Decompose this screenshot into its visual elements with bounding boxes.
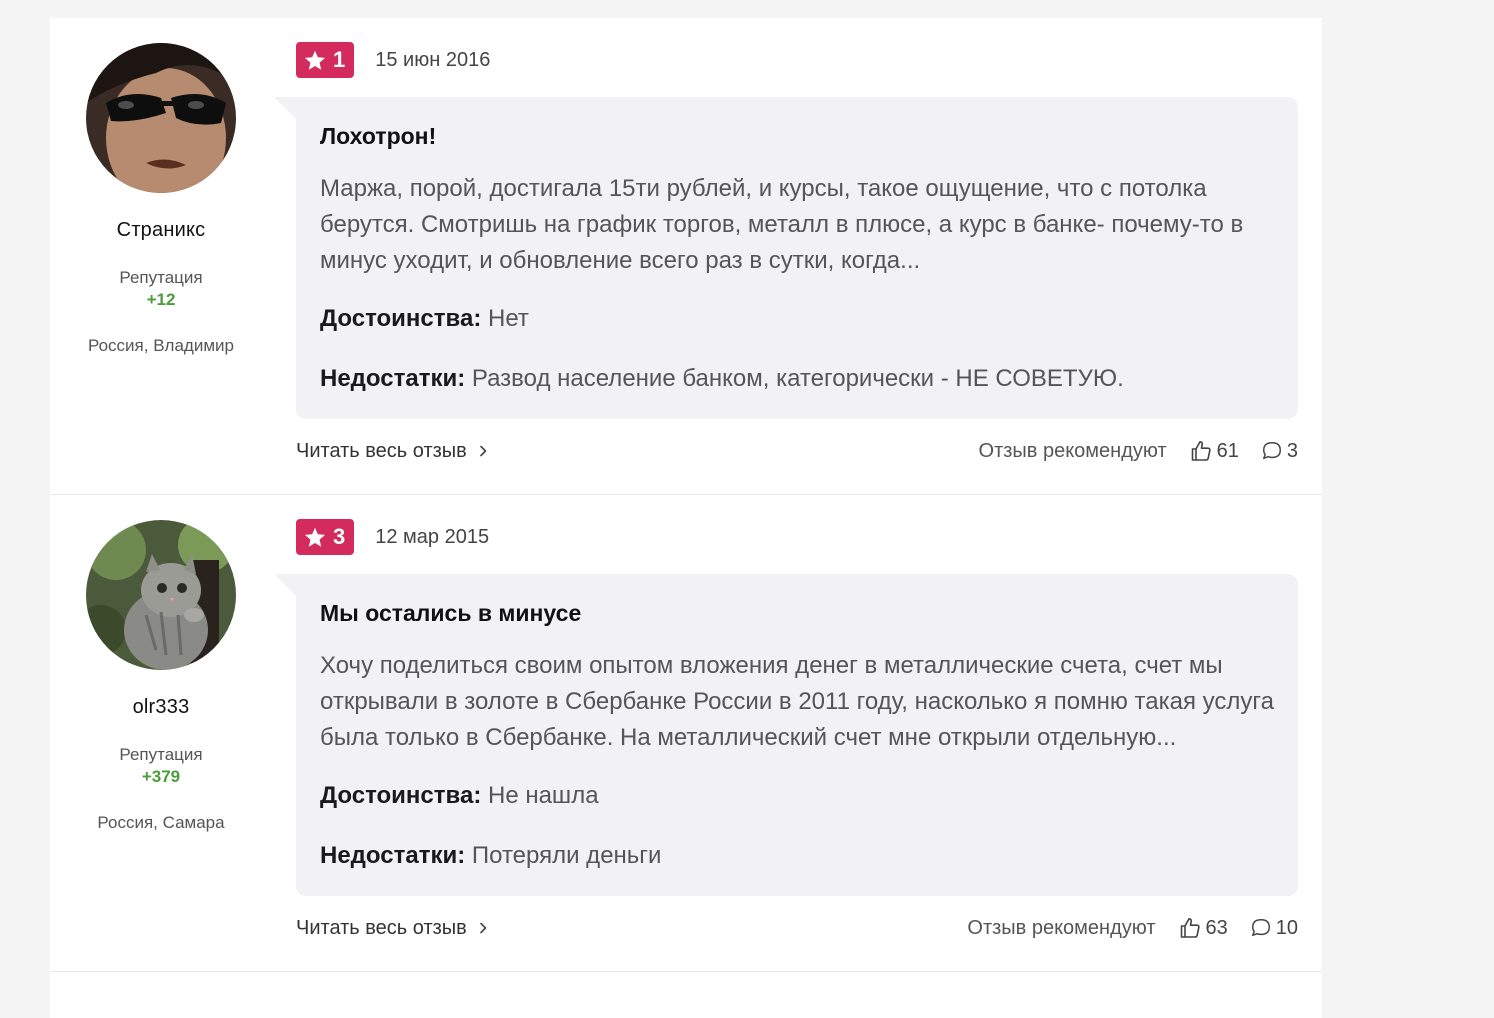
reviews-feed: Страникс Репутация +12 Россия, Владимир …: [50, 18, 1322, 1018]
comment-bubble-icon: [1251, 919, 1270, 937]
review-author: Страникс Репутация +12 Россия, Владимир: [50, 18, 272, 356]
recommend-label: Отзыв рекомендуют: [967, 916, 1156, 939]
review-meta: 1 15 июн 2016: [296, 42, 1298, 78]
review-bubble[interactable]: Мы остались в минусе Хочу поделиться сво…: [274, 574, 1298, 896]
like-button[interactable]: 63: [1178, 916, 1228, 940]
review-title[interactable]: Мы остались в минусе: [320, 598, 1274, 628]
comment-bubble-icon: [1262, 442, 1281, 460]
reputation-value: +12: [146, 290, 176, 309]
pros-label: Достоинства:: [320, 305, 482, 332]
star-icon: [304, 50, 326, 71]
reputation-label: Репутация: [119, 268, 203, 287]
review-pros: Достоинства: Не нашла: [320, 780, 1274, 812]
review-footer: Читать весь отзыв Отзыв рекомендуют 63 1…: [296, 912, 1298, 944]
thumbs-up-icon: [1180, 918, 1200, 938]
rating-badge: 1: [296, 42, 355, 78]
rating-value: 3: [333, 524, 346, 549]
cons-text: Потеряли деньги: [471, 842, 662, 869]
review-footer: Читать весь отзыв Отзыв рекомендуют 61 3: [296, 435, 1298, 467]
cons-text: Развод население банком, категорически -…: [471, 365, 1124, 392]
review-cons: Недостатки: Потеряли деньги: [320, 840, 1274, 872]
chevron-right-icon: [479, 445, 487, 457]
review-date: 15 июн 2016: [375, 48, 491, 71]
comments-count: 3: [1286, 439, 1298, 462]
review-card: Страникс Репутация +12 Россия, Владимир …: [50, 18, 1322, 495]
chevron-right-icon: [479, 922, 487, 934]
review-card: olr333 Репутация +379 Россия, Самара 3 1…: [50, 495, 1322, 972]
comments-count: 10: [1275, 916, 1298, 939]
author-location: Россия, Владимир: [88, 336, 234, 355]
cons-label: Недостатки:: [320, 842, 466, 869]
review-date: 12 мар 2015: [375, 525, 490, 548]
author-location: Россия, Самара: [97, 813, 225, 832]
review-text: Хочу поделиться своим опытом вложения де…: [320, 652, 1274, 751]
review-bubble[interactable]: Лохотрон! Маржа, порой, достигала 15ти р…: [274, 97, 1298, 419]
comments-button[interactable]: 3: [1261, 440, 1298, 463]
reputation-label: Репутация: [119, 745, 203, 764]
read-more-label: Читать весь отзыв: [296, 916, 467, 939]
review-meta: 3 12 мар 2015: [296, 519, 1298, 555]
cons-label: Недостатки:: [320, 365, 466, 392]
rating-value: 1: [333, 47, 346, 72]
review-author: olr333 Репутация +379 Россия, Самара: [50, 495, 272, 833]
review-cons: Недостатки: Развод население банком, кат…: [320, 363, 1274, 395]
likes-count: 63: [1205, 916, 1228, 939]
thumbs-up-icon: [1191, 441, 1211, 461]
pros-text: Не нашла: [487, 782, 599, 809]
read-more-label: Читать весь отзыв: [296, 439, 467, 462]
rating-badge: 3: [296, 519, 355, 555]
comments-button[interactable]: 10: [1250, 917, 1298, 940]
likes-count: 61: [1216, 439, 1239, 462]
recommend-label: Отзыв рекомендуют: [978, 439, 1167, 462]
review-body: 1 15 июн 2016 Лохотрон! Маржа, порой, до…: [274, 42, 1298, 467]
pros-text: Нет: [487, 305, 529, 332]
pros-label: Достоинства:: [320, 782, 482, 809]
review-title[interactable]: Лохотрон!: [320, 121, 1274, 151]
review-text: Маржа, порой, достигала 15ти рублей, и к…: [320, 175, 1244, 274]
read-more-link[interactable]: Читать весь отзыв: [296, 440, 487, 463]
read-more-link[interactable]: Читать весь отзыв: [296, 917, 487, 940]
author-name[interactable]: Страникс: [50, 219, 272, 242]
author-avatar[interactable]: [86, 520, 236, 670]
star-icon: [304, 527, 326, 548]
author-name[interactable]: olr333: [50, 696, 272, 719]
review-pros: Достоинства: Нет: [320, 303, 1274, 335]
review-body: 3 12 мар 2015 Мы остались в минусе Хочу …: [274, 519, 1298, 944]
author-avatar[interactable]: [86, 43, 236, 193]
reputation-value: +379: [141, 767, 181, 786]
like-button[interactable]: 61: [1189, 439, 1239, 463]
